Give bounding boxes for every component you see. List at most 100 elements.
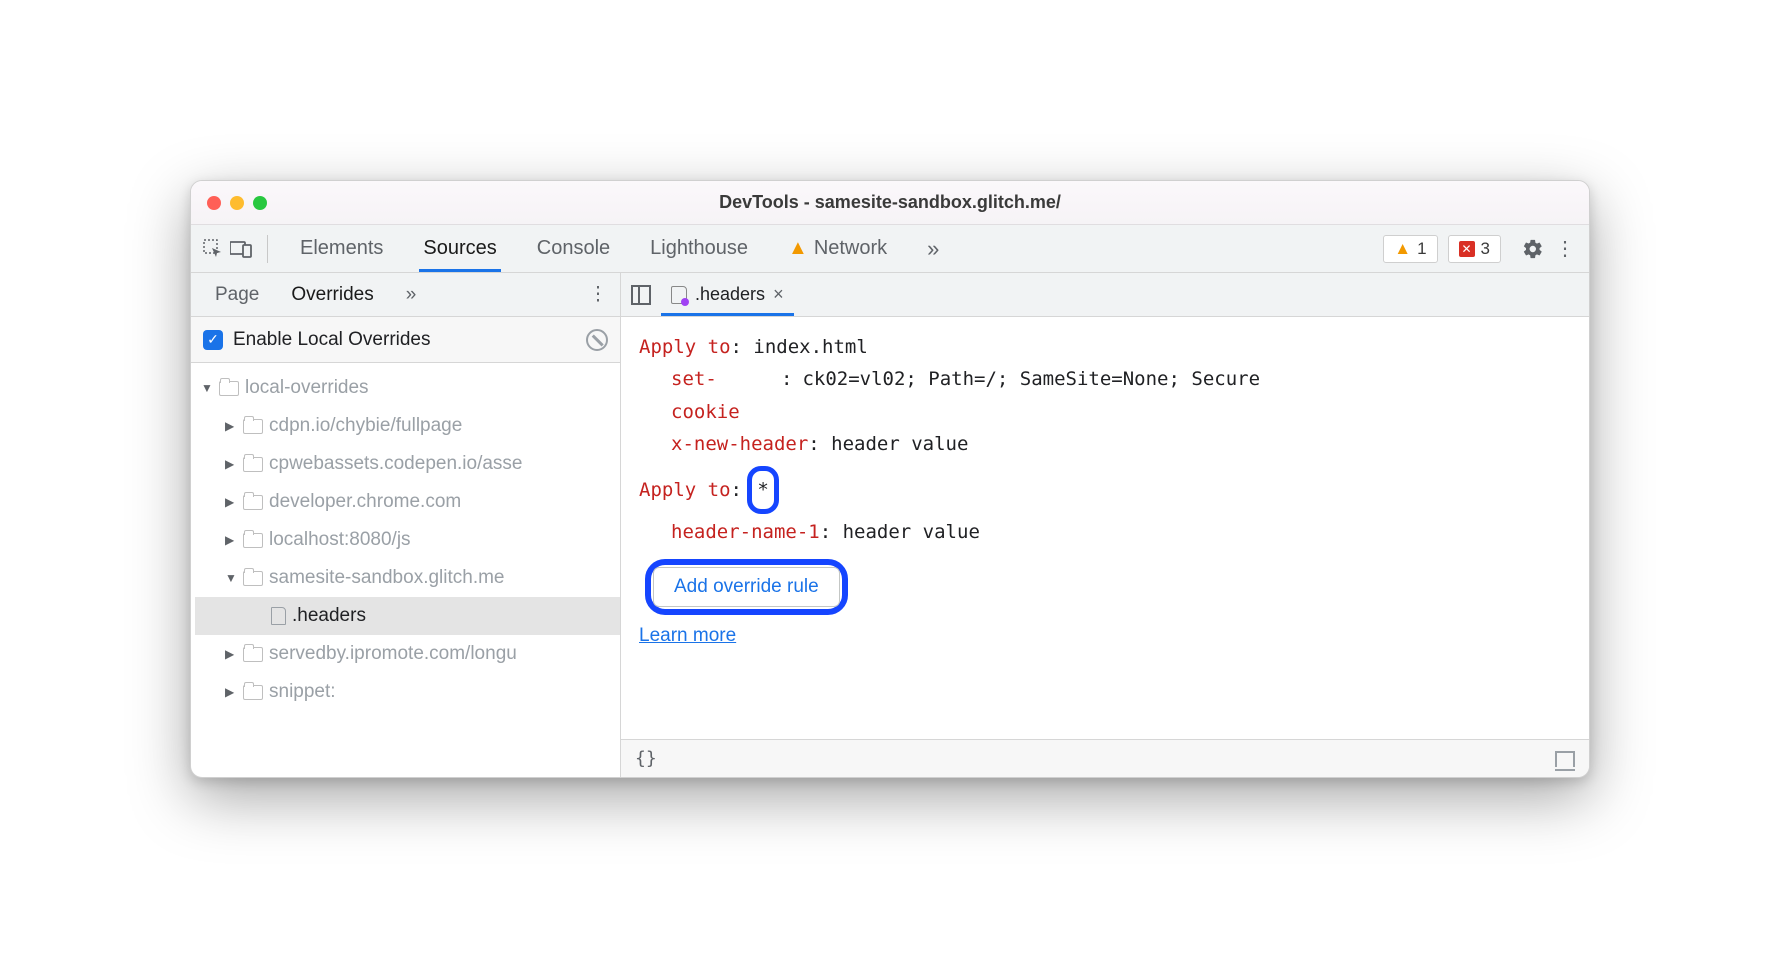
disclosure-right-icon: ▶ [225,533,237,547]
subtab-page[interactable]: Page [201,273,273,316]
folder-icon [243,647,263,662]
editor-body[interactable]: Apply to: index.html set-cookie : ck02=v… [621,317,1589,739]
toggle-navigator-icon[interactable] [631,285,651,305]
apply-to-target[interactable]: index.html [753,336,867,358]
editor-footer: {} [621,739,1589,777]
header-row: header-name-1: header value [671,516,1571,548]
tree-folder[interactable]: ▶ servedby.ipromote.com/longu [195,635,620,673]
main-toolbar: Elements Sources Console Lighthouse ▲ Ne… [191,225,1589,273]
disclosure-right-icon: ▶ [225,647,237,661]
folder-icon [243,685,263,700]
overrides-tree: ▼ local-overrides ▶ cdpn.io/chybie/fullpa… [191,363,620,777]
clear-overrides-icon[interactable] [586,329,608,351]
devtools-window: DevTools - samesite-sandbox.glitch.me/ E… [190,180,1590,778]
apply-to-target-highlight[interactable]: * [753,474,772,506]
pretty-print-icon[interactable]: {} [635,748,657,769]
header-name[interactable]: header-name-1 [671,521,820,543]
folder-label: servedby.ipromote.com/longu [269,643,517,665]
error-count: 3 [1481,239,1490,259]
folder-label: developer.chrome.com [269,491,461,513]
sources-main: ✓ Enable Local Overrides ▼ local-overrid… [191,317,1589,777]
tree-folder[interactable]: ▶ localhost:8080/js [195,521,620,559]
apply-to-target: * [757,479,768,501]
warnings-pill[interactable]: ▲ 1 [1383,235,1437,263]
file-modified-icon [671,286,687,304]
folder-label: snippet: [269,681,336,703]
header-value[interactable]: ck02=vl02; Path=/; SameSite=None; Secure [802,363,1571,395]
folder-label: cdpn.io/chybie/fullpage [269,415,462,437]
link-label: Learn more [639,625,736,646]
tab-label: Elements [300,237,383,260]
subtab-label: Page [215,284,259,306]
header-value[interactable]: header value [831,433,968,455]
apply-to-row: Apply to: * [639,474,1571,506]
folder-icon [243,419,263,434]
tab-lighthouse[interactable]: Lighthouse [632,225,766,272]
tree-root[interactable]: ▼ local-overrides [195,369,620,407]
tab-elements[interactable]: Elements [282,225,401,272]
subtab-overflow[interactable]: » [392,273,431,316]
close-tab-icon[interactable]: × [773,284,784,305]
tab-network[interactable]: ▲ Network [770,225,905,272]
show-drawer-icon[interactable] [1555,751,1575,767]
header-name[interactable]: x-new-header [671,433,808,455]
add-rule-highlight: Add override rule [645,559,848,615]
disclosure-right-icon: ▶ [225,495,237,509]
navigator-tabs: Page Overrides » ⋮ [191,273,621,316]
warning-icon: ▲ [788,237,808,260]
disclosure-right-icon: ▶ [225,457,237,471]
more-options-button[interactable]: ⋮ [1551,236,1579,261]
button-label: Add override rule [674,576,819,597]
warning-count: 1 [1417,239,1426,259]
device-toolbar-icon[interactable] [229,237,253,261]
folder-label: localhost:8080/js [269,529,411,551]
overrides-navigator: ✓ Enable Local Overrides ▼ local-overrid… [191,317,621,777]
sources-subtoolbar: Page Overrides » ⋮ .headers × [191,273,1589,317]
tab-sources[interactable]: Sources [405,225,514,272]
folder-label: cpwebassets.codepen.io/asse [269,453,523,475]
header-name[interactable]: set-cookie [671,363,771,428]
apply-to-label: Apply to [639,479,731,501]
enable-overrides-label: Enable Local Overrides [233,329,431,351]
editor-tabstrip: .headers × [621,273,1589,316]
tree-folder-expanded[interactable]: ▼ samesite-sandbox.glitch.me [195,559,620,597]
file-name: .headers [695,284,765,305]
folder-icon [243,533,263,548]
tree-folder[interactable]: ▶ developer.chrome.com [195,483,620,521]
tree-folder[interactable]: ▶ cdpn.io/chybie/fullpage [195,407,620,445]
tree-file-selected[interactable]: .headers [195,597,620,635]
error-icon: ✕ [1459,241,1475,257]
separator [267,235,268,263]
header-row: x-new-header: header value [671,428,1571,460]
titlebar: DevTools - samesite-sandbox.glitch.me/ [191,181,1589,225]
tree-folder[interactable]: ▶ cpwebassets.codepen.io/asse [195,445,620,483]
folder-label: samesite-sandbox.glitch.me [269,567,505,589]
enable-overrides-checkbox[interactable]: ✓ [203,330,223,350]
enable-overrides-row: ✓ Enable Local Overrides [191,317,620,363]
window-title: DevTools - samesite-sandbox.glitch.me/ [191,192,1589,213]
settings-button[interactable] [1519,238,1547,260]
disclosure-down-icon: ▼ [201,381,213,395]
tab-label: Sources [423,237,496,260]
apply-to-label: Apply to [639,336,731,358]
learn-more-link[interactable]: Learn more [639,625,736,646]
file-icon [271,607,286,625]
navigator-more-button[interactable]: ⋮ [586,283,610,306]
tab-console[interactable]: Console [519,225,628,272]
tree-folder[interactable]: ▶snippet: [195,673,620,711]
disclosure-down-icon: ▼ [225,571,237,585]
folder-icon [219,381,239,396]
add-override-rule-button[interactable]: Add override rule [653,567,840,607]
errors-pill[interactable]: ✕ 3 [1448,235,1501,263]
more-tabs-button[interactable]: » [909,225,957,272]
subtab-overrides[interactable]: Overrides [277,273,387,316]
disclosure-right-icon: ▶ [225,419,237,433]
header-value[interactable]: header value [843,521,980,543]
tab-label: Console [537,237,610,260]
file-label: .headers [292,605,366,627]
folder-icon [243,571,263,586]
inspect-element-icon[interactable] [201,237,225,261]
subtab-label: Overrides [291,284,373,306]
open-file-tab[interactable]: .headers × [661,273,794,316]
folder-icon [243,495,263,510]
